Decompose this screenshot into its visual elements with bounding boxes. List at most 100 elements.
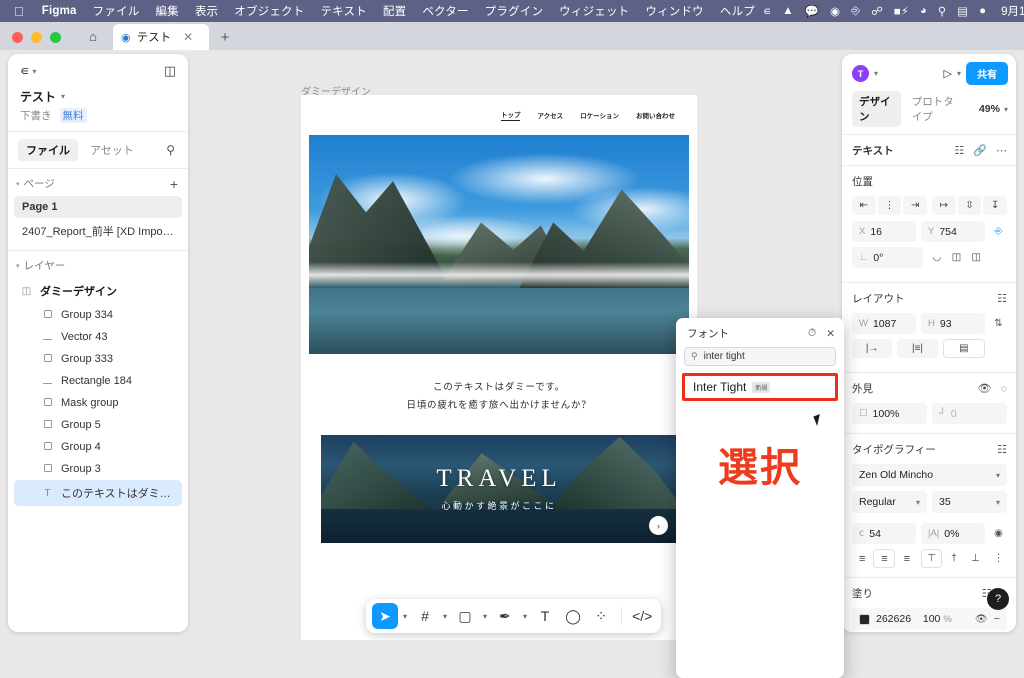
flip-v-icon[interactable]: ◫: [967, 248, 985, 267]
card-next-arrow-button[interactable]: ›: [649, 516, 668, 536]
layer-row-group-3[interactable]: Group 3: [14, 458, 182, 480]
bluetooth-icon[interactable]: ☍: [871, 4, 883, 18]
font-search-input[interactable]: [703, 351, 829, 362]
fill-color-swatch[interactable]: [859, 613, 870, 625]
layers-section-header[interactable]: ▾ レイヤー: [8, 251, 188, 278]
page-item-report[interactable]: 2407_Report_前半 [XD Import] (30-Ju...: [14, 218, 182, 244]
menu-item-view[interactable]: 表示: [187, 3, 226, 19]
align-top-icon[interactable]: ↦: [932, 196, 956, 215]
text-valign-bottom-icon[interactable]: ⊥: [966, 549, 985, 568]
record-icon[interactable]: ◉: [830, 4, 840, 18]
close-icon[interactable]: ✕: [826, 328, 835, 340]
zoom-level-label[interactable]: 49%: [979, 103, 1000, 115]
chevron-down-icon[interactable]: ▾: [957, 69, 961, 78]
fill-opacity-field[interactable]: 100 %: [923, 613, 969, 625]
y-field[interactable]: Y 754: [921, 221, 985, 242]
width-field[interactable]: W 1087: [852, 313, 916, 334]
layer-row-group-4[interactable]: Group 4: [14, 436, 182, 458]
menu-item-help[interactable]: ヘルプ: [712, 3, 763, 19]
minimize-window-button[interactable]: [31, 32, 42, 43]
align-left-icon[interactable]: ⇤: [852, 196, 876, 215]
tab-assets[interactable]: アセット: [82, 139, 142, 161]
pen-tool-button[interactable]: ✒: [492, 603, 518, 629]
text-valign-top-icon[interactable]: ⊤: [921, 549, 943, 568]
new-tab-button[interactable]: +: [209, 24, 241, 50]
menu-item-object[interactable]: オブジェクト: [226, 3, 312, 19]
add-page-button[interactable]: +: [170, 177, 178, 191]
chevron-down-icon[interactable]: ▾: [400, 612, 410, 621]
corner-radius-icon[interactable]: ◡: [928, 248, 946, 267]
constrain-proportions-icon[interactable]: ⇅: [990, 318, 1007, 329]
pages-section-header[interactable]: ▾ ページ +: [8, 169, 188, 196]
control-center-icon[interactable]: ▤: [957, 4, 968, 18]
artboard[interactable]: トップ アクセス ロケーション お問い合わせ このテキストはダミーです。 日頃の…: [301, 95, 697, 640]
menu-item-vector[interactable]: ベクター: [414, 3, 476, 19]
toggle-panel-icon[interactable]: ◫: [164, 63, 176, 79]
tab-prototype[interactable]: プロトタイプ: [905, 91, 971, 127]
nav-item-location[interactable]: ロケーション: [580, 110, 619, 120]
layer-row-mask-group[interactable]: Mask group: [14, 392, 182, 414]
layout-grid-icon[interactable]: ☷: [997, 292, 1007, 305]
height-field[interactable]: H 93: [921, 313, 985, 334]
menubar-clock[interactable]: 9月16日(月) 18:28: [1001, 3, 1024, 19]
hug-horizontal-icon[interactable]: |→: [852, 339, 893, 358]
corner-radius-field[interactable]: ┘ 0: [932, 403, 1007, 424]
opacity-field[interactable]: ☐ 100%: [852, 403, 927, 424]
align-bottom-icon[interactable]: ↧: [983, 196, 1008, 215]
present-button[interactable]: ▷: [944, 67, 952, 80]
drive-icon[interactable]: ▲: [782, 5, 793, 17]
nav-item-top[interactable]: トップ: [500, 109, 521, 121]
actions-tool-button[interactable]: ⁘: [588, 603, 614, 629]
eye-icon[interactable]: 👁: [977, 382, 991, 395]
file-name-row[interactable]: テスト ▾: [20, 88, 176, 105]
menu-item-arrange[interactable]: 配置: [375, 3, 414, 19]
text-align-center-icon[interactable]: ≡: [873, 549, 895, 568]
wifi-icon[interactable]: ◕: [920, 5, 927, 17]
clock-icon[interactable]: ⏱: [808, 327, 816, 340]
help-button[interactable]: ?: [987, 588, 1009, 610]
more-options-icon[interactable]: ◉: [990, 528, 1007, 539]
tab-design[interactable]: デザイン: [852, 91, 901, 127]
fill-hex-value[interactable]: 262626: [876, 613, 917, 625]
close-window-button[interactable]: [12, 32, 23, 43]
component-icon[interactable]: ☷: [954, 144, 964, 157]
chevron-down-icon[interactable]: ▾: [874, 69, 878, 78]
layer-row-dummy-design[interactable]: ◫ ダミーデザイン: [14, 278, 182, 304]
share-button[interactable]: 共有: [966, 62, 1008, 85]
font-family-select[interactable]: Zen Old Mincho ▾: [852, 464, 1007, 486]
travel-card[interactable]: TRAVEL 心動かす絶景がここに ›: [321, 435, 677, 544]
align-right-icon[interactable]: ⇥: [903, 196, 928, 215]
tab-file[interactable]: ファイル: [18, 139, 78, 161]
frame-tool-button[interactable]: #: [412, 603, 438, 629]
font-size-select[interactable]: 35 ▾: [932, 491, 1007, 513]
page-item-page1[interactable]: Page 1: [14, 196, 182, 218]
menu-item-file[interactable]: ファイル: [85, 3, 148, 19]
menu-item-widgets[interactable]: ウィジェット: [551, 3, 637, 19]
layer-row-group-5[interactable]: Group 5: [14, 414, 182, 436]
menu-item-edit[interactable]: 編集: [147, 3, 186, 19]
layer-row-group-333[interactable]: Group 333: [14, 348, 182, 370]
shape-tool-button[interactable]: ▢: [452, 603, 478, 629]
chevron-down-icon[interactable]: ▾: [520, 612, 530, 621]
chevron-down-icon[interactable]: ▾: [480, 612, 490, 621]
battery-icon[interactable]: ■⚡: [894, 4, 909, 18]
menu-item-plugins[interactable]: プラグイン: [477, 3, 552, 19]
layer-row-text-selected[interactable]: T このテキストはダミーです。日...: [14, 480, 182, 506]
align-h-center-icon[interactable]: ⋮: [877, 196, 902, 215]
siri-icon[interactable]: ●: [979, 5, 986, 17]
menu-item-window[interactable]: ウィンドウ: [637, 3, 712, 19]
figma-tray-icon[interactable]: ∊: [763, 4, 771, 18]
blend-mode-icon[interactable]: ◌: [1000, 383, 1007, 395]
apple-menu-icon[interactable]: : [14, 5, 24, 18]
text-selected-icon[interactable]: ⎆: [990, 226, 1007, 237]
nav-item-contact[interactable]: お問い合わせ: [636, 110, 675, 120]
eye-icon[interactable]: 👁: [975, 614, 988, 625]
type-settings-icon[interactable]: ⋮: [990, 553, 1007, 564]
chevron-down-icon[interactable]: ▾: [440, 612, 450, 621]
nav-item-access[interactable]: アクセス: [537, 110, 563, 120]
font-search-box[interactable]: ⚲: [684, 347, 836, 366]
dev-mode-button[interactable]: </>: [629, 603, 655, 629]
flip-h-icon[interactable]: ◫: [948, 248, 966, 267]
text-align-left-icon[interactable]: ≡: [852, 549, 871, 568]
layer-row-vector-43[interactable]: Vector 43: [14, 326, 182, 348]
